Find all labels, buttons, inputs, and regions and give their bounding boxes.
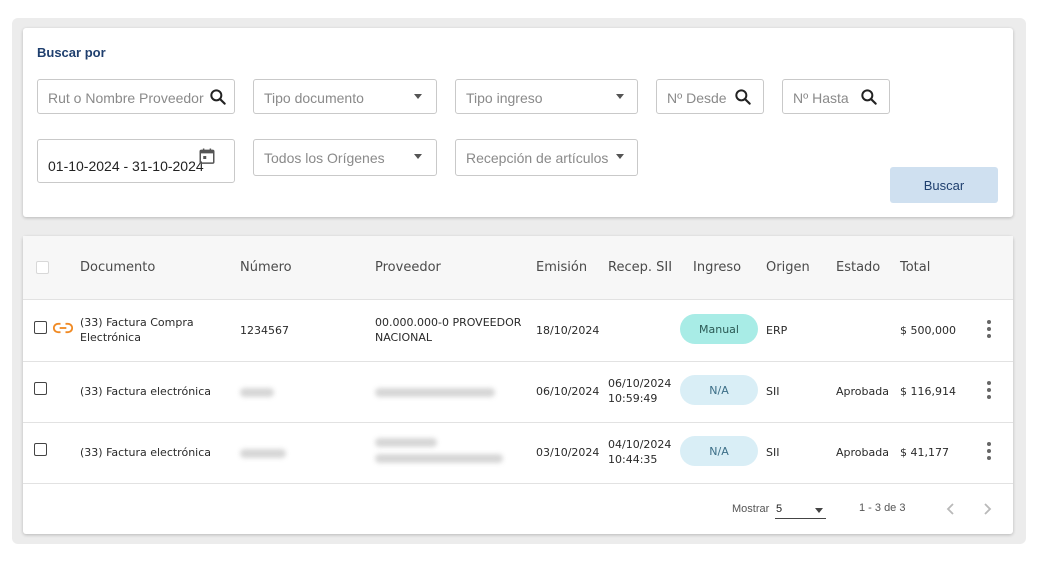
documento-cell: (33) Factura electrónica [80,446,212,459]
emision-cell: 03/10/2024 [536,446,600,459]
chevron-down-icon [414,154,422,159]
search-icon[interactable] [208,87,228,107]
total-cell: $ 500,000 [900,324,956,337]
proveedor-cell-line2: NACIONAL [375,331,433,344]
ingreso-badge: Manual [680,314,758,344]
search-title: Buscar por [37,45,106,60]
numero-redacted [240,388,274,397]
recep-sii-time: 10:59:49 [608,392,658,405]
ingreso-badge: N/A [680,375,758,405]
page-size-value: 5 [776,503,783,515]
emision-cell: 18/10/2024 [536,324,600,337]
header-proveedor[interactable]: Proveedor [375,260,441,275]
total-cell: $ 41,177 [900,446,949,459]
ingreso-badge: N/A [680,436,758,466]
proveedor-redacted [375,438,437,447]
header-numero[interactable]: Número [240,260,292,275]
buscar-button[interactable]: Buscar [890,167,998,203]
emision-cell: 06/10/2024 [536,385,600,398]
select-all-checkbox[interactable] [36,261,49,274]
more-vert-icon[interactable] [987,381,991,402]
estado-cell: Aprobada [836,446,889,459]
recep-sii-date: 04/10/2024 [608,438,672,451]
link-icon[interactable] [53,321,73,335]
documento-cell: (33) Factura electrónica [80,385,212,398]
tipo-documento-select[interactable]: Tipo documento [253,79,437,114]
proveedor-redacted [375,388,495,397]
search-icon[interactable] [733,87,753,107]
header-documento[interactable]: Documento [80,260,155,275]
tipo-ingreso-placeholder: Tipo ingreso [466,90,543,106]
numero-hasta-input[interactable]: Nº Hasta [782,79,890,114]
documento-cell-line2: Electrónica [80,331,141,344]
more-vert-icon[interactable] [987,442,991,463]
header-recep-sii[interactable]: Recep. SII [608,260,672,275]
chevron-down-icon [616,94,624,99]
numero-cell: 1234567 [240,324,289,337]
chevron-down-icon [815,508,823,513]
origen-cell: SII [766,385,780,398]
chevron-right-icon[interactable] [981,502,993,516]
search-panel: Buscar por Rut o Nombre Proveedor Tipo d… [23,28,1013,217]
row-checkbox[interactable] [34,443,47,456]
search-icon[interactable] [859,87,879,107]
table-row[interactable]: (33) Factura Compra Electrónica 1234567 … [23,300,1013,362]
documento-cell: (33) Factura Compra [80,316,194,329]
origenes-select[interactable]: Todos los Orígenes [253,139,437,176]
header-estado[interactable]: Estado [836,260,880,275]
date-range-value: 01-10-2024 - 31-10-2024 [48,158,204,174]
table-row[interactable]: (33) Factura electrónica 03/10/2024 04/1… [23,422,1013,484]
origen-cell: SII [766,446,780,459]
chevron-down-icon [616,154,624,159]
rut-search-placeholder: Rut o Nombre Proveedor [48,90,204,106]
recep-sii-date: 06/10/2024 [608,377,672,390]
estado-cell: Aprobada [836,385,889,398]
proveedor-cell: 00.000.000-0 PROVEEDOR [375,316,522,329]
tipo-documento-placeholder: Tipo documento [264,90,364,106]
recep-sii-time: 10:44:35 [608,453,658,466]
numero-desde-input[interactable]: Nº Desde [656,79,764,114]
proveedor-redacted-line2 [375,454,503,463]
table-row[interactable]: (33) Factura electrónica 06/10/2024 06/1… [23,361,1013,423]
total-cell: $ 116,914 [900,385,956,398]
page-size-label: Mostrar [732,503,770,515]
date-range-picker[interactable]: 01-10-2024 - 31-10-2024 [37,139,235,183]
header-origen[interactable]: Origen [766,260,810,275]
row-checkbox[interactable] [34,321,47,334]
chevron-left-icon[interactable] [945,502,957,516]
more-vert-icon[interactable] [987,320,991,341]
numero-redacted [240,449,286,458]
origenes-placeholder: Todos los Orígenes [264,150,385,166]
calendar-icon[interactable] [198,147,216,165]
origen-cell: ERP [766,324,788,337]
documents-table: Documento Número Proveedor Emisión Recep… [23,236,1013,534]
pagination-range: 1 - 3 de 3 [859,502,906,514]
table-header: Documento Número Proveedor Emisión Recep… [23,236,1013,300]
row-checkbox[interactable] [34,382,47,395]
recepcion-articulos-select[interactable]: Recepción de artículos [455,139,638,176]
chevron-down-icon [414,94,422,99]
header-total[interactable]: Total [900,260,930,275]
header-ingreso[interactable]: Ingreso [693,260,741,275]
numero-hasta-placeholder: Nº Hasta [793,90,849,106]
tipo-ingreso-select[interactable]: Tipo ingreso [455,79,638,114]
numero-desde-placeholder: Nº Desde [667,90,727,106]
page-size-select[interactable]: 5 [775,500,826,519]
rut-search-input[interactable]: Rut o Nombre Proveedor [37,79,235,114]
recepcion-articulos-placeholder: Recepción de artículos [466,150,609,166]
header-emision[interactable]: Emisión [536,260,587,275]
